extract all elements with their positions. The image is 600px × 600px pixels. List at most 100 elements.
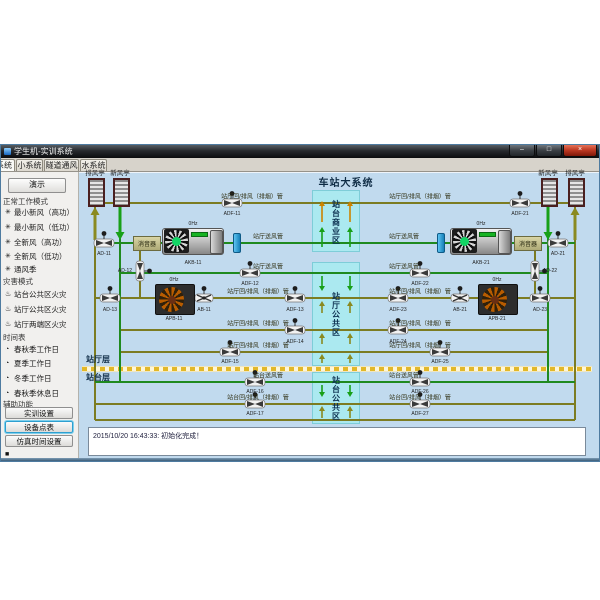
demo-button[interactable]: 演示 — [8, 178, 66, 193]
clock-icon: ◔ — [5, 358, 14, 370]
device-tag: AKB-21 — [472, 260, 489, 266]
flow-arrow-up — [319, 333, 325, 338]
duct-label: 站台送风管 — [253, 371, 283, 380]
sidebar-button[interactable]: 设备点表 — [5, 421, 73, 433]
fan-speed-bar — [479, 232, 496, 237]
device-tag: AD-23 — [533, 307, 547, 313]
sidebar-item[interactable]: ✳最小新风（高功） — [5, 207, 78, 219]
sidebar-item[interactable]: ✳全新风（高功） — [5, 237, 78, 249]
device-tag: AB-21 — [453, 307, 467, 313]
damper[interactable] — [100, 286, 120, 302]
sidebar-item[interactable]: ✳通风季 — [5, 264, 78, 276]
flow-arrow-up — [319, 227, 325, 232]
device-tag: ADF-27 — [411, 411, 428, 417]
device-tag: ADF-21 — [511, 211, 528, 217]
flow-arrow-up — [319, 406, 325, 411]
device-tag: ADF-23 — [389, 307, 406, 313]
sidebar-item[interactable]: ■ — [5, 449, 78, 461]
duct-label: 站厅回/排风（排烟）管 — [389, 287, 451, 296]
floor-label-platform: 站台层 — [86, 372, 110, 383]
duct-label: 站厅回/排风（排烟）管 — [221, 192, 283, 201]
device-tag: AD-13 — [103, 307, 117, 313]
duct-label: 站厅送风管 — [253, 232, 283, 241]
sidebar-item[interactable]: ♨站台公共区火灾 — [5, 289, 78, 301]
device-tag: APB-21 — [488, 316, 505, 322]
exhaust-shaft-left — [88, 178, 105, 207]
pavilion-label-fresh-right: 新风亭 — [538, 167, 558, 177]
tab-1[interactable]: 大系统 — [1, 159, 15, 172]
flow-arrow-up — [319, 301, 325, 306]
damper-vertical[interactable] — [136, 261, 152, 281]
sidebar-item[interactable]: ✳全新风（低功） — [5, 251, 78, 263]
zone-label-commercial: 站台商业区 — [330, 196, 342, 248]
sidebar-item-label: 站厅公共区火灾 — [14, 304, 67, 316]
duct-label: 站厅送风管 — [389, 262, 419, 271]
sidebar-button[interactable]: 实训设置 — [5, 407, 73, 419]
duct-label: 站厅回/排风（排烟）管 — [227, 341, 289, 350]
sidebar-button[interactable]: 仿真时间设置 — [5, 435, 73, 447]
fan-icon: ✳ — [5, 251, 14, 263]
zone-label-hall-public: 站厅公共区 — [330, 268, 342, 360]
sidebar-item-label: 最小新风（低功） — [14, 222, 74, 234]
supply-fan-left[interactable] — [162, 228, 224, 255]
device-tag: AD-22 — [543, 268, 557, 274]
duct-label: 站厅回/排风（排烟）管 — [389, 192, 451, 201]
device-tag: ADF-15 — [221, 359, 238, 365]
butterfly-valve[interactable] — [451, 286, 469, 302]
device-tag: ADF-25 — [431, 359, 448, 365]
device-tag: APB-11 — [166, 316, 183, 322]
damper[interactable] — [510, 191, 530, 207]
sidebar-item[interactable]: ◔春秋季工作日 — [5, 344, 78, 356]
device-tag: 0Hz — [493, 277, 502, 283]
flex-connector-left — [233, 233, 241, 253]
device-tag: AB-11 — [197, 307, 211, 313]
sidebar-item[interactable]: ✳最小新风（低功） — [5, 222, 78, 234]
flow-arrow-up — [347, 333, 353, 338]
sidebar-item[interactable]: ◔冬季工作日 — [5, 373, 78, 385]
fan-icon: ✳ — [5, 264, 14, 276]
device-tag: AD-11 — [97, 251, 111, 257]
clock-icon: ◔ — [5, 373, 14, 385]
sidebar-item-label: 全新风（低功） — [14, 251, 67, 263]
flow-arrow-up — [91, 207, 100, 215]
sidebar-item[interactable]: ◔夏季工作日 — [5, 358, 78, 370]
exhaust-fan-left[interactable] — [155, 284, 195, 315]
device-tag: ADF-17 — [246, 411, 263, 417]
flow-arrow-up — [347, 227, 353, 232]
device-tag: 0Hz — [189, 221, 198, 227]
duct-label: 站厅回/排风（排烟）管 — [227, 287, 289, 296]
device-tag: 0Hz — [477, 221, 486, 227]
fan-icon: ✳ — [5, 237, 14, 249]
supply-fan-right[interactable] — [450, 228, 512, 255]
sidebar-section: 时间表 — [3, 332, 77, 343]
flow-arrow-up — [319, 354, 325, 359]
fan-icon: ✳ — [5, 207, 14, 219]
fire-icon: ♨ — [5, 304, 14, 316]
sidebar-item[interactable]: ♨站厅两端区火灾 — [5, 319, 78, 331]
sidebar-item[interactable]: ♨站厅公共区火灾 — [5, 304, 78, 316]
flex-connector-right — [437, 233, 445, 253]
fresh-air-shaft-left — [113, 178, 130, 207]
sidebar-item-label: 站台公共区火灾 — [14, 289, 67, 301]
flow-arrow-down — [319, 286, 325, 291]
damper[interactable] — [94, 231, 114, 247]
butterfly-valve[interactable] — [195, 286, 213, 302]
exhaust-fan-right[interactable] — [478, 284, 518, 315]
device-tag: ADF-11 — [224, 211, 241, 217]
exhaust-shaft-right — [568, 178, 585, 207]
sidebar-section: 灾害模式 — [3, 276, 77, 287]
fire-icon: ♨ — [5, 319, 14, 331]
flow-arrow-down — [347, 286, 353, 291]
device-tag: ADF-22 — [411, 281, 428, 287]
sidebar-section: 正常工作模式 — [3, 196, 77, 207]
diagram-title: 车站大系统 — [296, 174, 396, 189]
sidebar-item-label: 最小新风（高功） — [14, 207, 74, 219]
device-tag: 0Hz — [170, 277, 179, 283]
misc-icon: ■ — [5, 449, 14, 461]
muffler-left: 消音器 — [133, 236, 161, 251]
device-tag: AD-12 — [118, 268, 132, 274]
event-log: 2015/10/20 16:43:33: 初始化完成！ — [88, 427, 586, 456]
sidebar-item-label: 春秋季工作日 — [14, 344, 59, 356]
pavilion-label-fresh-left: 新风亭 — [110, 167, 130, 177]
fan-icon: ✳ — [5, 222, 14, 234]
